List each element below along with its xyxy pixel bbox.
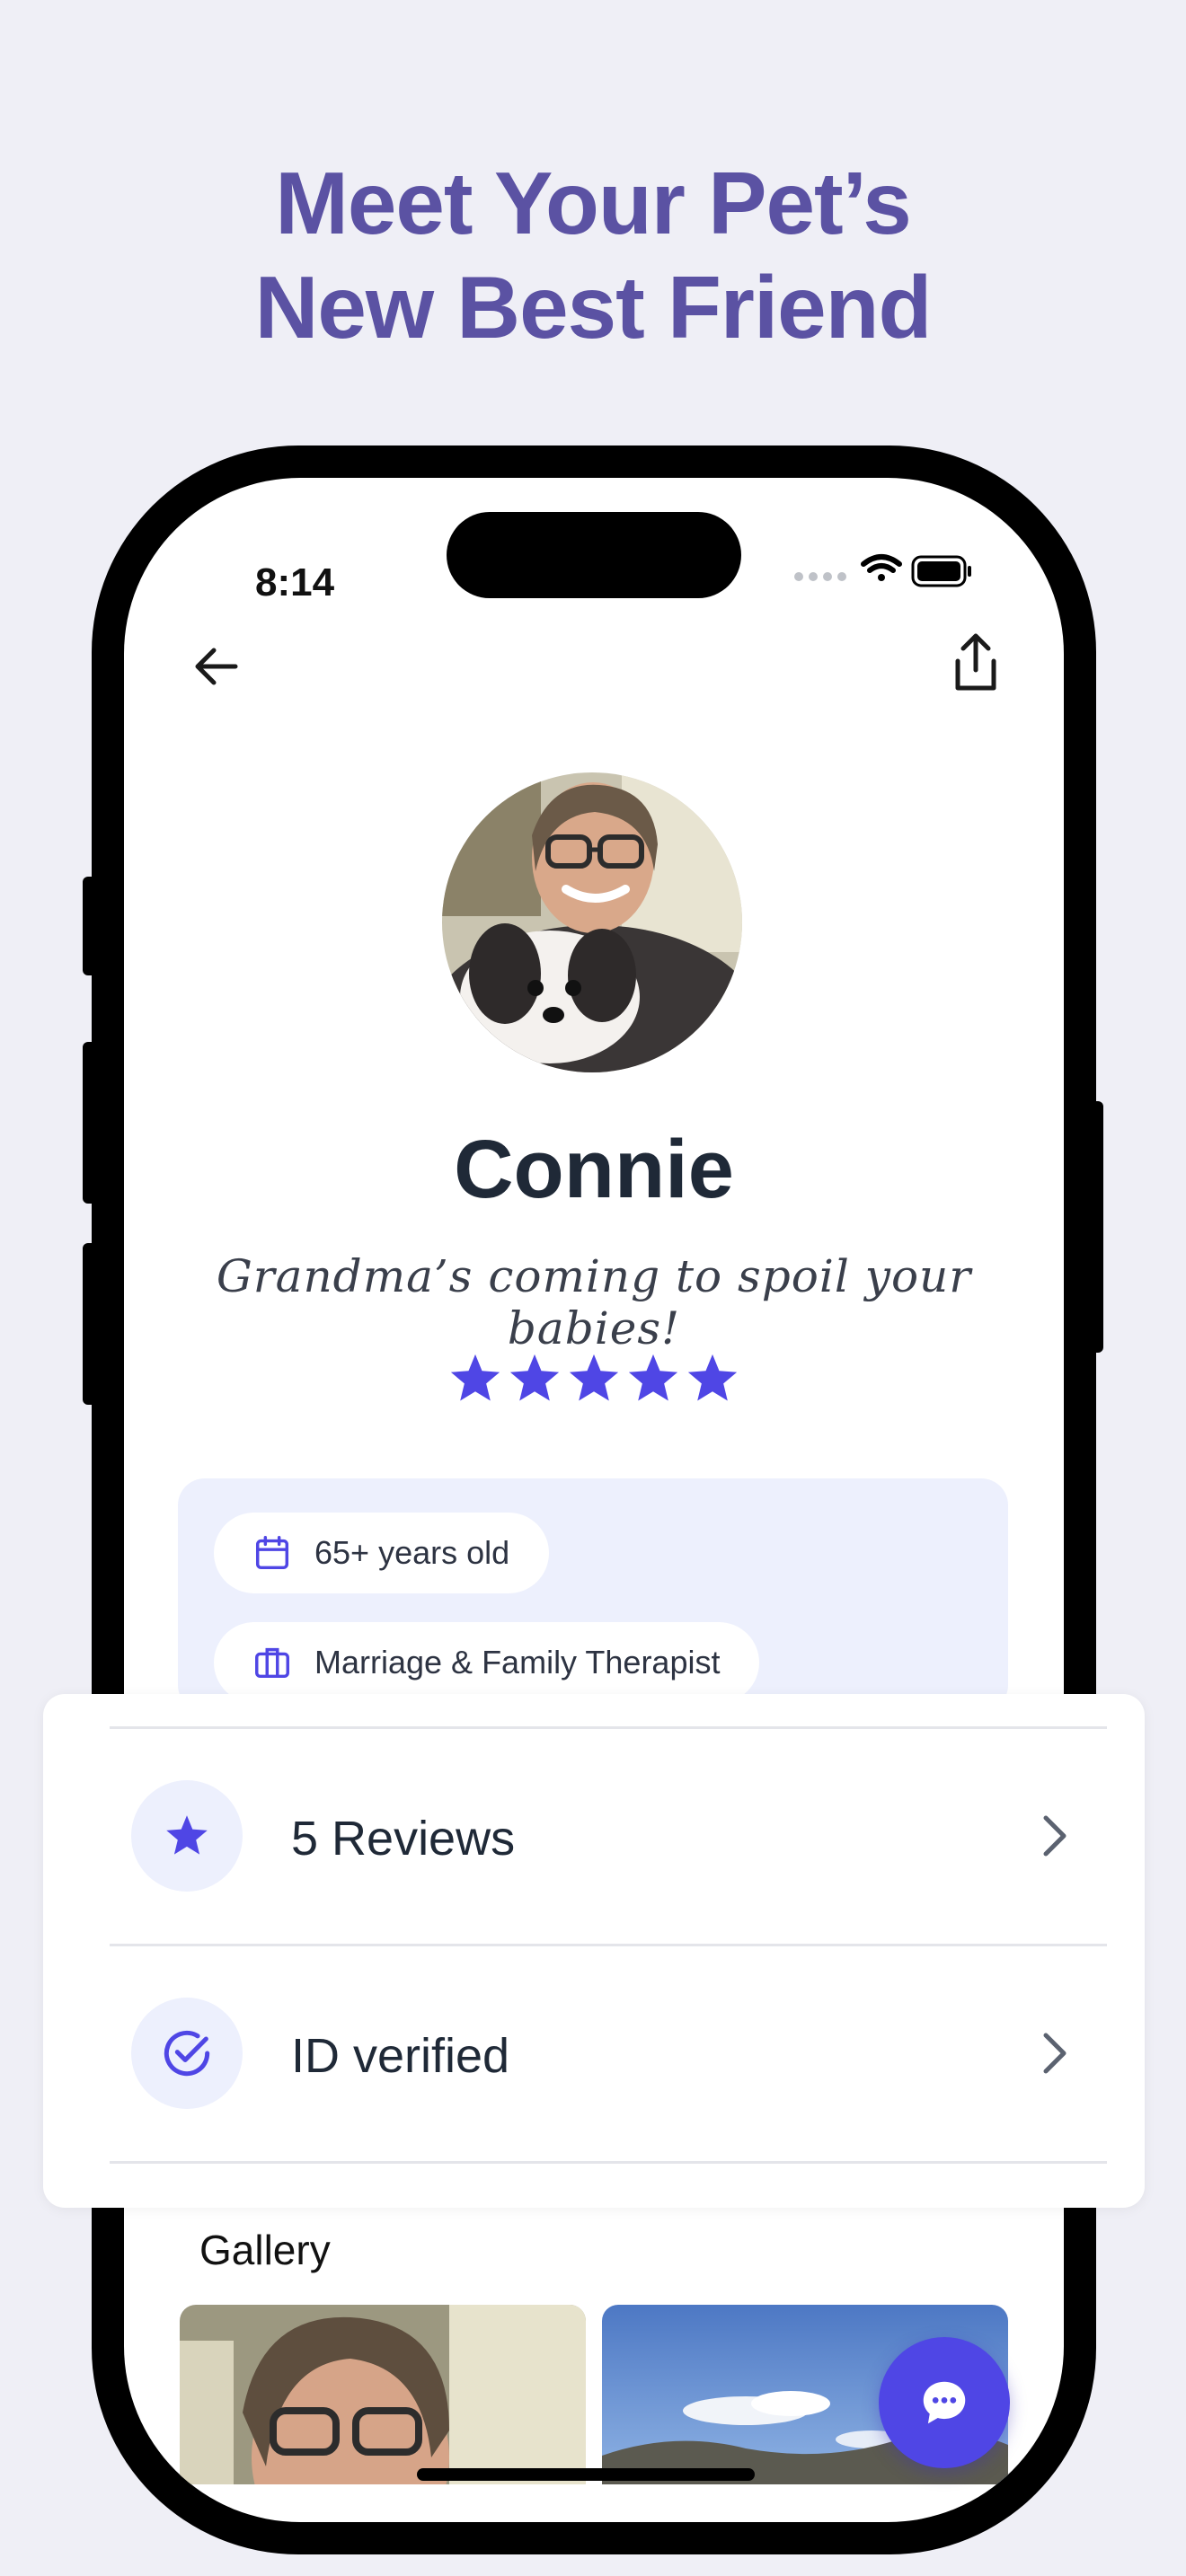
chevron-right-icon bbox=[1043, 1815, 1067, 1857]
reviews-label: 5 Reviews bbox=[291, 1812, 516, 1866]
star-icon bbox=[628, 1354, 678, 1401]
gallery-photo[interactable] bbox=[180, 2305, 586, 2484]
marketing-headline: Meet Your Pet’s New Best Friend bbox=[0, 151, 1186, 359]
headline-line-1: Meet Your Pet’s bbox=[275, 154, 912, 252]
reviews-icon-badge bbox=[131, 1780, 243, 1892]
status-icons bbox=[794, 554, 971, 587]
highlight-card: 5 Reviews ID verified bbox=[43, 1694, 1145, 2208]
profile-name: Connie bbox=[454, 1124, 734, 1215]
id-verified-row[interactable]: ID verified bbox=[43, 1945, 1145, 2161]
star-icon bbox=[166, 1815, 208, 1855]
briefcase-icon bbox=[255, 1647, 289, 1679]
profile-tagline: Grandma’s coming to spoil your babies! bbox=[216, 1250, 972, 1354]
headline-line-2: New Best Friend bbox=[254, 258, 933, 357]
home-indicator bbox=[417, 2468, 755, 2481]
star-icon bbox=[450, 1354, 500, 1401]
check-circle-icon bbox=[164, 2030, 210, 2077]
profile-photo bbox=[442, 772, 742, 1072]
status-time: 8:14 bbox=[255, 560, 335, 604]
dynamic-island bbox=[447, 512, 741, 598]
chat-button[interactable] bbox=[879, 2337, 1010, 2468]
star-icon bbox=[569, 1354, 619, 1401]
profile-details-card: 65+ years old Marriage & Family Therapis… bbox=[178, 1478, 1008, 1712]
signal-icon bbox=[794, 572, 846, 581]
battery-icon bbox=[911, 555, 971, 587]
rating-stars bbox=[124, 1351, 1064, 1414]
star-icon bbox=[687, 1354, 738, 1401]
share-icon[interactable] bbox=[942, 629, 1010, 697]
chevron-right-icon bbox=[1043, 2033, 1067, 2074]
detail-chip-age: 65+ years old bbox=[214, 1513, 550, 1593]
phone-frame: 8:14 Connie Grandma’s coming to spoil yo… bbox=[92, 446, 1096, 2554]
wifi-icon bbox=[861, 554, 902, 581]
id-verified-icon-badge bbox=[131, 1998, 243, 2109]
detail-chip-label: Marriage & Family Therapist bbox=[314, 1644, 721, 1681]
id-verified-label: ID verified bbox=[291, 2029, 510, 2083]
gallery-title: Gallery bbox=[199, 2227, 331, 2273]
calendar-icon bbox=[255, 1536, 289, 1570]
detail-chip-occupation: Marriage & Family Therapist bbox=[214, 1622, 760, 1703]
chat-bubble-icon bbox=[923, 2381, 966, 2424]
reviews-row[interactable]: 5 Reviews bbox=[43, 1728, 1145, 1944]
back-arrow-icon[interactable] bbox=[189, 638, 246, 695]
divider bbox=[110, 2161, 1107, 2164]
star-icon bbox=[509, 1354, 560, 1401]
avatar bbox=[442, 772, 742, 1072]
detail-chip-label: 65+ years old bbox=[314, 1534, 510, 1571]
phone-screen: 8:14 Connie Grandma’s coming to spoil yo… bbox=[124, 478, 1064, 2522]
